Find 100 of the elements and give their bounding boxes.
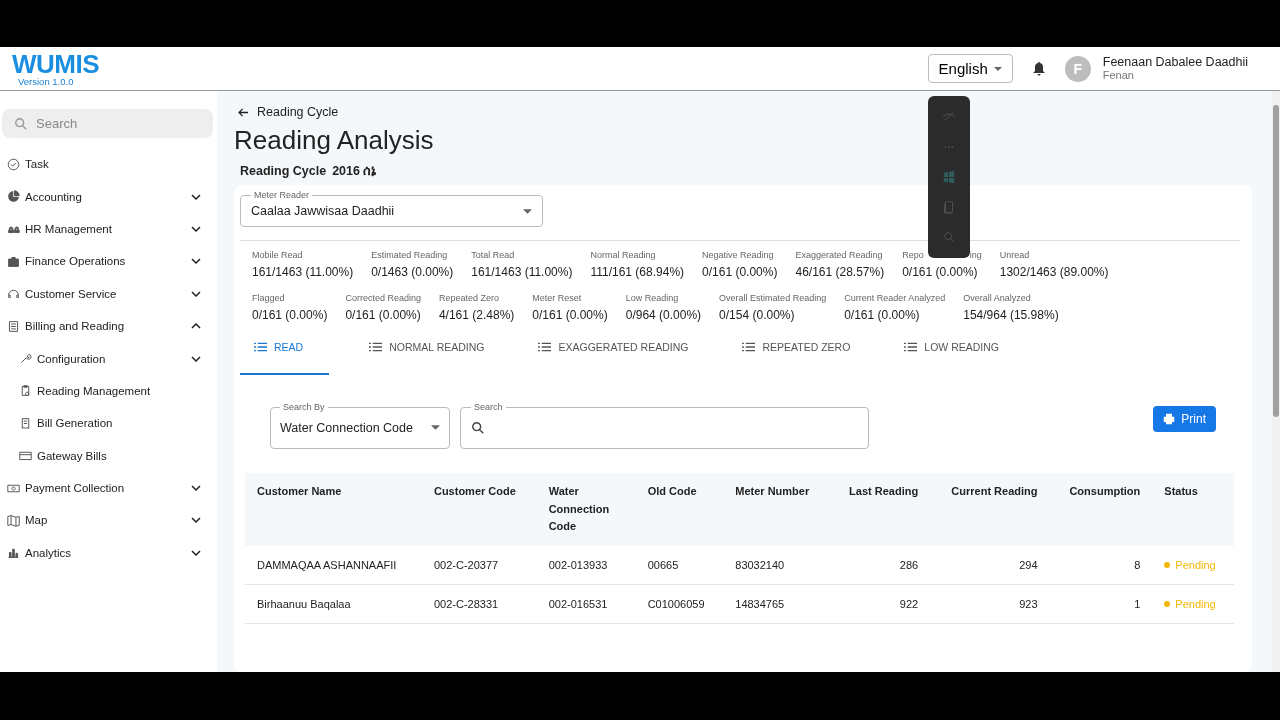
sidebar-item[interactable]: Accounting xyxy=(0,180,213,213)
sidebar-label: Gateway Bills xyxy=(37,449,108,462)
map-icon xyxy=(7,514,20,527)
user-username: Fenan xyxy=(1102,69,1135,82)
table-cell: 923 xyxy=(1019,598,1038,611)
sidebar-label: Reading Management xyxy=(37,384,152,397)
tab[interactable]: REPEATED ZERO xyxy=(728,336,865,375)
stat-label: Normal Reading xyxy=(590,250,656,260)
column-header: Customer Name xyxy=(257,485,342,497)
pie-chart-icon xyxy=(7,190,20,204)
column-header: Last Reading xyxy=(849,485,919,497)
card-icon xyxy=(19,449,32,463)
meter-reader-select[interactable]: Meter Reader Caalaa Jawwisaa Daadhii xyxy=(240,191,543,227)
table-cell: 00665 xyxy=(647,558,679,571)
sidebar-subitem[interactable]: Gateway Bills xyxy=(0,439,213,472)
stat-label: Mobile Read xyxy=(252,250,303,260)
stat-value: 1302/1463 (89.00%) xyxy=(999,265,1109,279)
stat-value: 0/161 (0.00%) xyxy=(345,308,421,322)
list-icon xyxy=(742,342,756,352)
search-by-select[interactable]: Search By Water Connection Code xyxy=(270,403,450,449)
sidebar-item[interactable]: Analytics xyxy=(0,536,213,570)
search-icon xyxy=(471,420,485,435)
table-cell: C01006059 xyxy=(647,598,705,611)
sidebar-subitem[interactable]: Bill Generation xyxy=(0,407,213,440)
table-cell: 294 xyxy=(1019,558,1038,571)
column-header: Current Reading xyxy=(951,485,1038,497)
printer-icon xyxy=(1163,413,1176,425)
stat-value: 161/1463 (11.00%) xyxy=(252,265,354,279)
receipt-icon xyxy=(19,416,32,430)
stat-value: 0/161 (0.00%) xyxy=(902,265,979,279)
stat-label: Overall Analyzed xyxy=(963,293,1031,303)
sidebar-label: HR Management xyxy=(25,222,113,235)
sidebar-item[interactable]: Customer Service xyxy=(0,277,213,310)
table-cell: 002-C-20377 xyxy=(433,558,499,571)
task-icon xyxy=(7,157,20,171)
stat-label: Exaggerated Reading xyxy=(795,250,883,260)
sidebar-item[interactable]: Payment Collection xyxy=(0,471,213,505)
sidebar-item[interactable]: Map xyxy=(0,504,213,537)
stat-value: 161/1463 (11.00%) xyxy=(471,265,573,279)
caret-icon xyxy=(431,425,440,430)
sidebar-item[interactable]: HR Management xyxy=(0,212,213,246)
tab[interactable]: LOW READING xyxy=(890,336,1013,375)
sidebar-item[interactable]: Billing and Reading xyxy=(0,309,213,343)
clipboard-icon xyxy=(19,384,32,398)
back-arrow-icon xyxy=(238,107,249,117)
stat-value: 0/1463 (0.00%) xyxy=(371,265,454,279)
windows-icon[interactable] xyxy=(942,170,957,184)
back-link[interactable]: Reading Cycle xyxy=(238,105,339,119)
field-label: Search xyxy=(473,403,504,412)
search-field[interactable]: Search xyxy=(460,403,869,449)
sidebar-label: Configuration xyxy=(37,352,107,365)
list-icon xyxy=(369,342,383,352)
table-cell: 002-016531 xyxy=(548,598,608,611)
sidebar-label: Customer Service xyxy=(25,287,118,300)
sidebar-label: Map xyxy=(25,514,49,527)
stat-label: Current Reader Analyzed xyxy=(844,293,946,303)
search-icon[interactable] xyxy=(942,230,957,244)
eye-off-icon[interactable] xyxy=(942,110,957,124)
status-text: Pending xyxy=(1175,597,1216,612)
scrollbar-thumb[interactable] xyxy=(1273,105,1279,417)
table-cell: 83032140 xyxy=(735,558,785,571)
stat-label: Corrected Reading xyxy=(345,293,421,303)
table-cell: 1 xyxy=(1134,598,1141,611)
sidebar-label: Bill Generation xyxy=(37,417,114,430)
tab[interactable]: EXAGGERATED READING xyxy=(524,336,703,375)
stat-label: Negative Reading xyxy=(702,250,774,260)
table-cell: 002-C-28331 xyxy=(433,598,499,611)
table-cell: 14834765 xyxy=(735,598,785,611)
stat-label: Overall Estimated Reading xyxy=(719,293,827,303)
version-text: Version 1.0.0 xyxy=(18,76,75,87)
briefcase-icon xyxy=(7,254,20,268)
sidebar-item[interactable]: Finance Operations xyxy=(0,245,213,278)
column-header: Meter Number xyxy=(735,485,810,497)
stat-label: Repeated Zero xyxy=(438,293,499,303)
caret-icon xyxy=(993,66,1002,71)
language-select[interactable]: English xyxy=(927,54,1013,83)
stat-value: 4/161 (2.48%) xyxy=(438,308,515,322)
tab[interactable]: NORMAL READING xyxy=(355,336,499,375)
sidebar-subitem[interactable]: Configuration xyxy=(0,342,213,375)
stat-value: 0/161 (0.00%) xyxy=(532,308,608,322)
sidebar-item[interactable]: Task xyxy=(0,148,213,181)
list-icon xyxy=(254,342,267,352)
status-dot xyxy=(1164,561,1171,568)
sidebar-subitem[interactable]: Reading Management xyxy=(0,374,213,408)
bar-chart-icon xyxy=(7,546,20,560)
field-label: Search By xyxy=(282,403,326,412)
search-field[interactable]: Search xyxy=(2,109,213,138)
column-header: Consumption xyxy=(1069,485,1141,497)
list-icon xyxy=(538,342,552,352)
table-cell: DAMMAQAA ASHANNAAFII xyxy=(257,558,397,571)
stat-label: Unread xyxy=(999,250,1030,260)
wrench-icon xyxy=(19,352,32,366)
field-value: Caalaa Jawwisaa Daadhii xyxy=(251,204,395,218)
status-text: Pending xyxy=(1175,557,1216,573)
cycle-label: Reading Cycle xyxy=(240,164,327,179)
print-button[interactable]: Print xyxy=(1153,406,1216,432)
tab[interactable]: READ xyxy=(240,336,330,375)
document-icon xyxy=(7,319,20,333)
sidebar-label: Payment Collection xyxy=(25,482,126,495)
field-label: Meter Reader xyxy=(253,191,311,200)
